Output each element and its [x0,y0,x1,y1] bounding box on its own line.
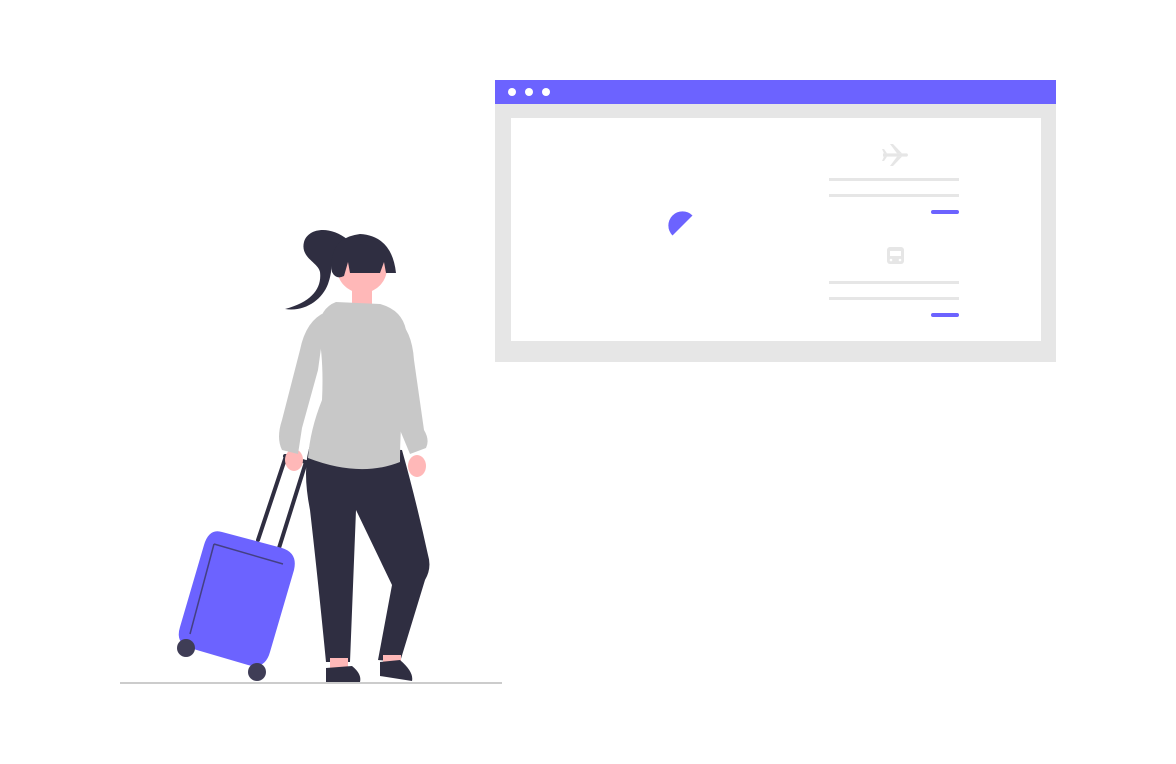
card-text-line [829,178,959,181]
illustration [120,80,1056,684]
suitcase[interactable] [177,531,295,681]
card-text-line [829,281,959,284]
card-action-bar[interactable] [931,210,959,214]
left-ankle [330,658,348,668]
window-control-dot[interactable] [525,88,533,96]
window-control-dot[interactable] [508,88,516,96]
window-control-dot[interactable] [542,88,550,96]
browser-content-area [511,118,1041,341]
traveler-figure [177,230,430,682]
card-action-bar[interactable] [931,313,959,317]
card-text-line [829,297,959,300]
bus-icon [887,247,904,264]
suitcase-wheel [177,639,195,657]
right-shoe [380,660,413,681]
card-text-line [829,194,959,197]
suitcase-wheel [248,663,266,681]
pants [306,445,430,662]
right-hand [408,455,426,477]
browser-window [495,80,1056,362]
left-shoe [326,666,361,682]
browser-title-bar [495,80,1056,104]
suitcase-handle [256,454,308,550]
